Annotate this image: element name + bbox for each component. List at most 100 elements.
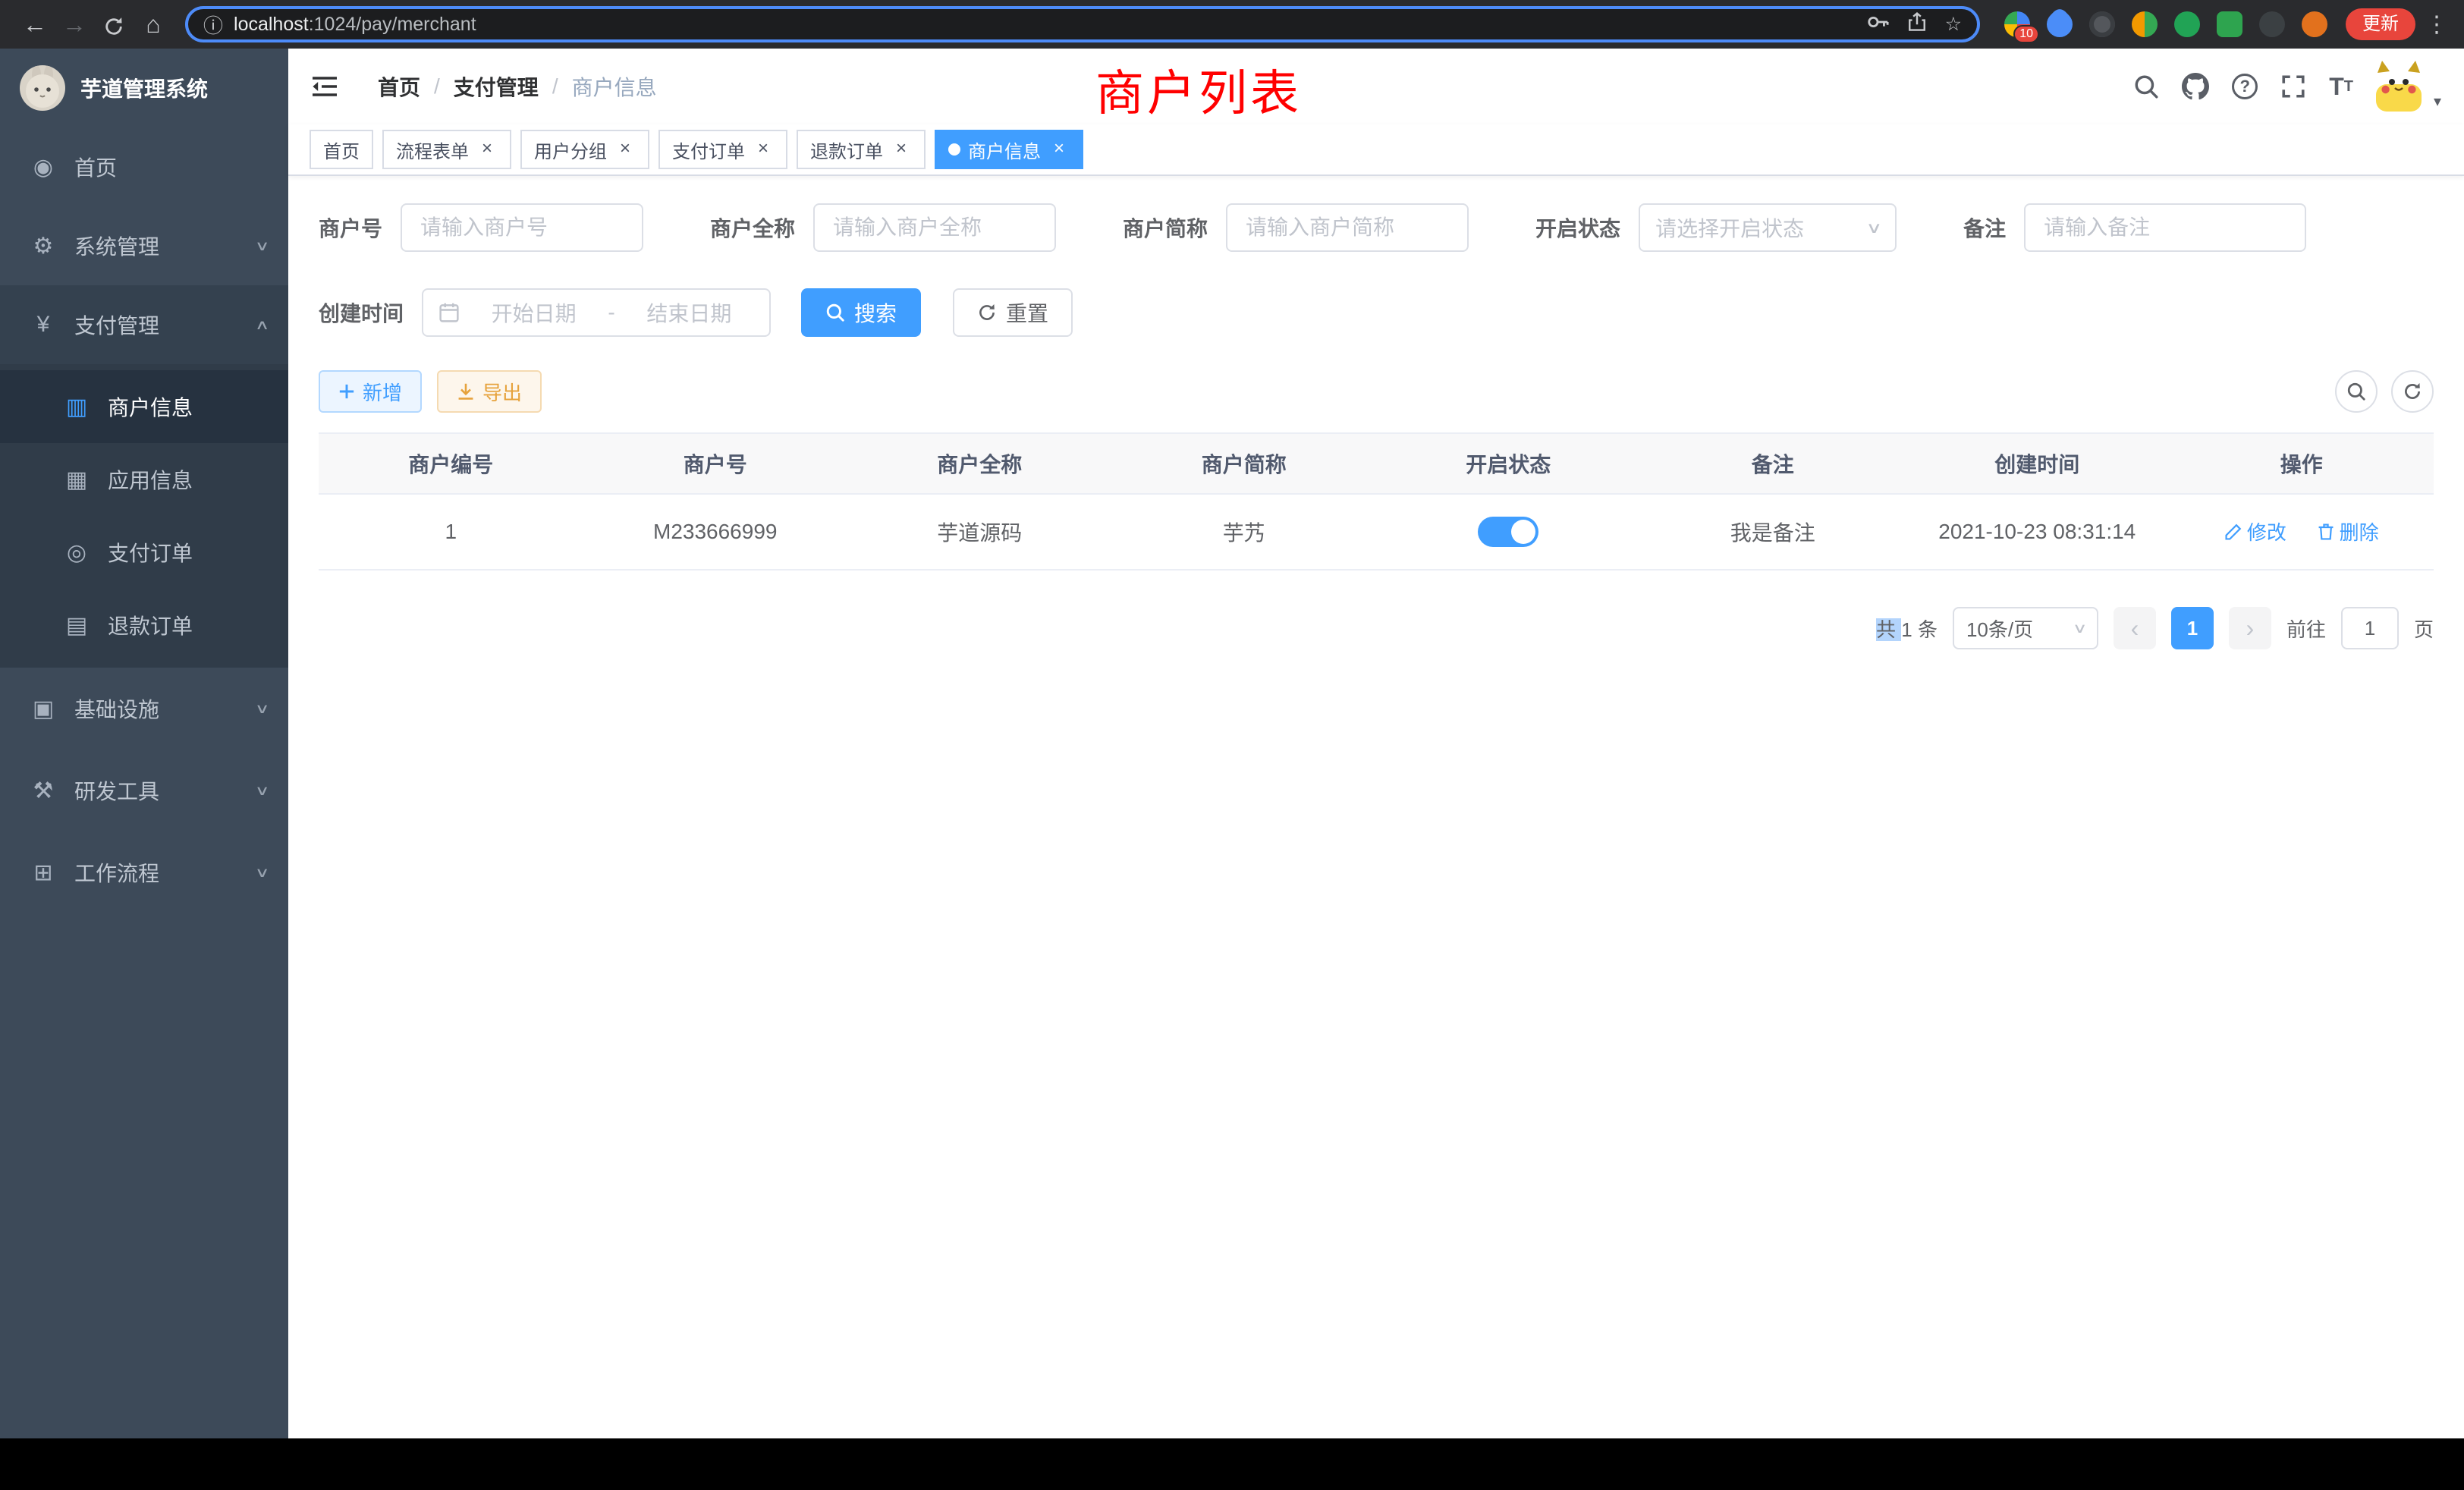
browser-menu-icon[interactable]: ⋮ [2425,11,2449,38]
github-icon[interactable] [2182,73,2209,100]
app-logo[interactable]: 芋道管理系统 [0,49,288,127]
add-button[interactable]: 新增 [319,370,422,413]
close-icon[interactable]: × [1048,139,1070,160]
flow-icon: ⊞ [30,860,56,886]
site-info-icon[interactable]: ⓘ [203,11,223,39]
tab-merchant-info[interactable]: 商户信息 × [935,130,1083,169]
chrome-update-button[interactable]: 更新 [2346,8,2415,40]
remark-input[interactable] [2024,203,2306,252]
tab-user-group[interactable]: 用户分组 × [520,130,649,169]
card-icon: ▥ [64,394,90,420]
pagination-total: 共 1 条 [1876,615,1938,643]
share-icon[interactable] [1907,12,1927,37]
toggle-search-button[interactable] [2335,370,2378,413]
bookmark-star-icon[interactable]: ☆ [1945,13,1962,36]
chevron-up-icon: ∧ [255,317,270,333]
sidebar-item-infrastructure[interactable]: ▣ 基础设施 ∨ [0,668,288,750]
merchant-table: 商户编号 商户号 商户全称 商户简称 开启状态 备注 创建时间 操作 1 [319,432,2434,571]
search-button[interactable]: 搜索 [801,288,921,337]
sidebar-item-home[interactable]: ◉ 首页 [0,127,288,206]
address-bar[interactable]: ⓘ localhost:1024/pay/merchant ☆ [185,6,1980,42]
page-number-1[interactable]: 1 [2171,607,2214,649]
date-range-picker[interactable]: 开始日期 - 结束日期 [422,288,771,337]
export-button[interactable]: 导出 [437,370,542,413]
full-name-label: 商户全称 [710,212,795,243]
user-avatar[interactable]: ▾ [2376,61,2441,112]
browser-reload-button[interactable] [94,0,134,49]
extension-icon-1[interactable]: 10 [2004,11,2030,37]
tab-process-form[interactable]: 流程表单 × [382,130,511,169]
password-key-icon[interactable] [1866,11,1889,39]
goto-label: 前往 [2286,615,2326,643]
table-row: 1 M233666999 芋道源码 芋艿 我是备注 2021-10-23 08:… [319,494,2434,570]
close-icon[interactable]: × [476,139,498,160]
tab-home[interactable]: 首页 [310,130,373,169]
breadcrumb-payment[interactable]: 支付管理 [454,71,539,102]
extension-icon-5[interactable] [2174,11,2200,37]
status-switch[interactable] [1478,517,1538,547]
help-icon[interactable]: ? [2232,74,2258,99]
extension-icon-2[interactable] [2041,6,2078,42]
table-header-row: 商户编号 商户号 商户全称 商户简称 开启状态 备注 创建时间 操作 [319,433,2434,494]
extension-icon-6[interactable] [2217,11,2242,37]
main-area: 首页 / 支付管理 / 商户信息 ? [288,49,2464,1438]
sidebar-item-payment[interactable]: ¥ 支付管理 ∧ [0,285,288,364]
page-size-select[interactable]: 10条/页 ∨ [1953,607,2098,649]
payment-submenu: ▥ 商户信息 ▦ 应用信息 ◎ 支付订单 ▤ 退款订单 [0,364,288,668]
extension-icon-3[interactable] [2089,11,2115,37]
sidebar-item-pay-orders[interactable]: ◎ 支付订单 [0,516,288,589]
sidebar-item-workflow[interactable]: ⊞ 工作流程 ∨ [0,831,288,913]
sidebar: 芋道管理系统 ◉ 首页 ⚙ 系统管理 ∨ ¥ 支付管理 ∧ ▥ 商户信息 [0,49,288,1438]
sidebar-item-dev-tools[interactable]: ⚒ 研发工具 ∨ [0,750,288,831]
sidebar-toggle-icon[interactable] [311,74,338,99]
short-name-input[interactable] [1226,203,1469,252]
app-title: 芋道管理系统 [80,73,208,103]
browser-home-button[interactable]: ⌂ [134,0,173,49]
browser-forward-button[interactable]: → [55,0,94,49]
browser-back-button[interactable]: ← [15,0,55,49]
short-name-label: 商户简称 [1123,212,1208,243]
browser-profile-avatar[interactable] [2302,11,2327,37]
breadcrumb: 首页 / 支付管理 / 商户信息 [378,71,657,102]
goto-page-input[interactable] [2341,607,2399,649]
sidebar-bottom-group: ▣ 基础设施 ∨ ⚒ 研发工具 ∨ ⊞ 工作流程 ∨ [0,668,288,913]
sidebar-item-merchant-info[interactable]: ▥ 商户信息 [0,370,288,443]
merchant-no-label: 商户号 [319,212,382,243]
tab-refund-orders[interactable]: 退款订单 × [797,130,926,169]
extension-icon-7[interactable] [2259,11,2285,37]
calendar-icon [438,302,460,323]
delete-link[interactable]: 删除 [2317,517,2379,545]
chevron-down-icon: ∨ [255,701,270,717]
next-page-button[interactable]: › [2229,607,2271,649]
active-dot [948,143,960,156]
sidebar-item-refund-orders[interactable]: ▤ 退款订单 [0,589,288,662]
gear-icon: ⚙ [30,233,56,259]
refresh-button[interactable] [2391,370,2434,413]
status-select[interactable]: 请选择开启状态 ∨ [1639,203,1897,252]
search-icon[interactable] [2133,74,2159,99]
close-icon[interactable]: × [891,139,912,160]
fullscreen-icon[interactable] [2280,74,2306,99]
caret-down-icon: ▾ [2434,92,2441,111]
merchant-no-input[interactable] [401,203,643,252]
sidebar-item-app-info[interactable]: ▦ 应用信息 [0,443,288,516]
url-host: localhost:1024/pay/merchant [234,14,476,36]
full-name-input[interactable] [813,203,1056,252]
close-icon[interactable]: × [753,139,774,160]
tags-view: 首页 流程表单 × 用户分组 × 支付订单 × 退款订单 × [288,124,2464,176]
browser-toolbar: ← → ⌂ ⓘ localhost:1024/pay/merchant ☆ 10 [0,0,2464,49]
extension-icon-4[interactable] [2132,11,2158,37]
tools-icon: ⚒ [30,778,56,804]
desktop-background-strip [0,1438,2464,1490]
tab-pay-orders[interactable]: 支付订单 × [658,130,787,169]
breadcrumb-home[interactable]: 首页 [378,71,420,102]
sidebar-item-system[interactable]: ⚙ 系统管理 ∨ [0,206,288,285]
reset-button[interactable]: 重置 [953,288,1073,337]
close-icon[interactable]: × [614,139,636,160]
font-size-icon[interactable]: TT [2329,73,2353,101]
extension-badge: 10 [2013,25,2039,43]
prev-page-button[interactable]: ‹ [2114,607,2156,649]
create-time-label: 创建时间 [319,297,404,328]
edit-link[interactable]: 修改 [2224,517,2286,545]
chevron-down-icon: ∨ [1866,218,1883,237]
